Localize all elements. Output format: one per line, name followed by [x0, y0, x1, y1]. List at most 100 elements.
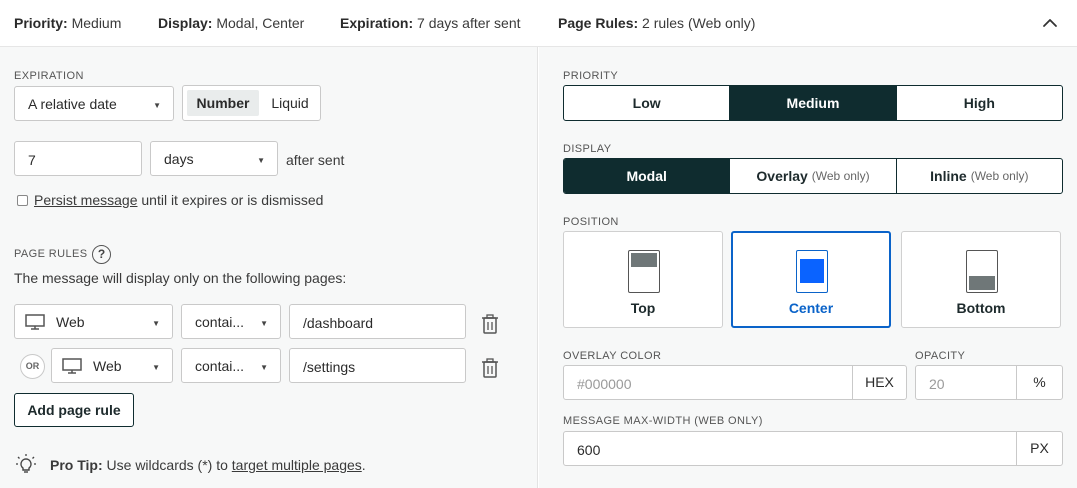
phone-top-icon — [628, 250, 660, 293]
right-panel: PRIORITY Low Medium High DISPLAY Modal O… — [539, 47, 1077, 488]
persist-message-rest: until it expires or is dismissed — [141, 192, 324, 208]
max-width-value: 600 — [577, 442, 601, 458]
caret-down-icon: ▼ — [257, 156, 265, 165]
rule-2-platform-select[interactable]: Web ▼ — [51, 348, 173, 383]
pro-tip: Pro Tip: Use wildcards (*) to target mul… — [50, 457, 366, 473]
summary-expiration-value: 7 days after sent — [417, 15, 521, 31]
persist-checkbox[interactable] — [17, 195, 28, 206]
trash-icon[interactable] — [481, 358, 499, 378]
add-page-rule-button[interactable]: Add page rule — [14, 393, 134, 427]
opacity-label: OPACITY — [915, 350, 966, 362]
rule-2-value-input[interactable]: /settings — [289, 348, 466, 383]
position-bottom-card[interactable]: Bottom — [901, 231, 1061, 328]
persist-message-link[interactable]: Persist message — [34, 192, 137, 208]
priority-low-option[interactable]: Low — [564, 86, 731, 120]
display-modal-label: Modal — [626, 168, 667, 184]
opacity-placeholder: 20 — [929, 376, 945, 392]
page-rules-section-label: PAGE RULES — [14, 248, 88, 260]
pro-tip-text: Use wildcards (*) to — [106, 457, 228, 473]
position-top-label: Top — [630, 300, 656, 316]
display-overlay-note: (Web only) — [811, 169, 870, 183]
display-segmented-control: Modal Overlay (Web only) Inline (Web onl… — [563, 158, 1063, 194]
position-top-card[interactable]: Top — [563, 231, 723, 328]
display-modal-option[interactable]: Modal — [564, 159, 731, 193]
expiration-amount-input[interactable]: 7 — [14, 141, 142, 176]
mode-liquid-button[interactable]: Liquid — [263, 90, 317, 116]
position-center-card[interactable]: Center — [731, 231, 891, 328]
display-inline-note: (Web only) — [970, 169, 1029, 183]
opacity-input[interactable]: 20 — [915, 365, 1017, 400]
position-bottom-label: Bottom — [956, 300, 1006, 316]
max-width-input[interactable]: 600 — [563, 431, 1017, 466]
summary-expiration-label: Expiration: — [340, 15, 414, 31]
display-inline-option[interactable]: Inline (Web only) — [897, 159, 1062, 193]
caret-down-icon: ▼ — [152, 363, 160, 372]
overlay-color-placeholder: #000000 — [577, 376, 632, 392]
question-circle-icon[interactable]: ? — [92, 245, 111, 264]
caret-down-icon: ▼ — [153, 101, 161, 110]
hex-suffix: HEX — [852, 365, 907, 400]
summary-display-value: Modal, Center — [216, 15, 305, 31]
display-overlay-label: Overlay — [756, 168, 808, 184]
px-suffix: PX — [1016, 431, 1063, 466]
overlay-color-input[interactable]: #000000 — [563, 365, 853, 400]
summary-priority-value: Medium — [71, 15, 122, 31]
summary-page-rules: Page Rules: 2 rules (Web only) — [558, 15, 755, 31]
position-section-label: POSITION — [563, 216, 619, 228]
phone-center-icon — [796, 250, 828, 293]
priority-high-option[interactable]: High — [897, 86, 1062, 120]
summary-header[interactable]: Priority: Medium Display: Modal, Center … — [0, 0, 1077, 47]
lightbulb-icon — [16, 454, 36, 473]
rule-1-platform-select[interactable]: Web ▼ — [14, 304, 173, 339]
or-badge: OR — [20, 354, 45, 379]
rule-2-value-text: /settings — [303, 359, 356, 375]
caret-down-icon: ▼ — [260, 363, 268, 372]
display-overlay-option[interactable]: Overlay (Web only) — [730, 159, 897, 193]
expiration-mode-toggle: Number Liquid — [182, 85, 321, 121]
rule-1-value-input[interactable]: /dashboard — [289, 304, 466, 339]
priority-segmented-control: Low Medium High — [563, 85, 1063, 121]
percent-suffix: % — [1016, 365, 1063, 400]
priority-medium-option[interactable]: Medium — [730, 86, 897, 120]
caret-down-icon: ▼ — [152, 319, 160, 328]
pro-tip-label: Pro Tip: — [50, 457, 103, 473]
summary-display-label: Display: — [158, 15, 213, 31]
expiration-unit-value: days — [164, 151, 194, 167]
position-center-label: Center — [788, 300, 834, 316]
summary-page-rules-label: Page Rules: — [558, 15, 639, 31]
mode-number-button[interactable]: Number — [187, 90, 259, 116]
rule-2-operator-value: contai... — [195, 358, 245, 374]
left-panel: EXPIRATION A relative date ▼ Number Liqu… — [0, 47, 538, 488]
expiration-type-select[interactable]: A relative date ▼ — [14, 86, 174, 121]
expiration-section-label: EXPIRATION — [14, 70, 84, 82]
summary-priority-label: Priority: — [14, 15, 68, 31]
summary-expiration: Expiration: 7 days after sent — [340, 15, 521, 31]
after-sent-text: after sent — [286, 152, 345, 168]
monitor-icon — [62, 358, 82, 374]
rule-2-platform-value: Web — [93, 358, 122, 374]
page-rules-description: The message will display only on the fol… — [14, 270, 347, 286]
pro-tip-end: . — [361, 457, 366, 473]
chevron-up-icon[interactable] — [1041, 14, 1059, 32]
monitor-icon — [25, 314, 45, 330]
pro-tip-link[interactable]: target multiple pages — [232, 457, 362, 473]
expiration-type-value: A relative date — [28, 96, 117, 112]
overlay-color-label: OVERLAY COLOR — [563, 350, 662, 362]
summary-priority: Priority: Medium — [14, 15, 121, 31]
summary-display: Display: Modal, Center — [158, 15, 304, 31]
rule-1-value-text: /dashboard — [303, 315, 374, 331]
display-section-label: DISPLAY — [563, 143, 612, 155]
summary-page-rules-value: 2 rules (Web only) — [642, 15, 756, 31]
caret-down-icon: ▼ — [260, 319, 268, 328]
expiration-amount-value: 7 — [28, 152, 36, 168]
rule-1-operator-value: contai... — [195, 314, 245, 330]
rule-2-operator-select[interactable]: contai... ▼ — [181, 348, 281, 383]
rule-1-operator-select[interactable]: contai... ▼ — [181, 304, 281, 339]
persist-text: Persist message until it expires or is d… — [34, 192, 323, 208]
phone-bottom-icon — [966, 250, 998, 293]
expiration-unit-select[interactable]: days ▼ — [150, 141, 278, 176]
max-width-label: MESSAGE MAX-WIDTH (WEB ONLY) — [563, 415, 763, 427]
trash-icon[interactable] — [481, 314, 499, 334]
rule-1-platform-value: Web — [56, 314, 85, 330]
priority-section-label: PRIORITY — [563, 70, 619, 82]
